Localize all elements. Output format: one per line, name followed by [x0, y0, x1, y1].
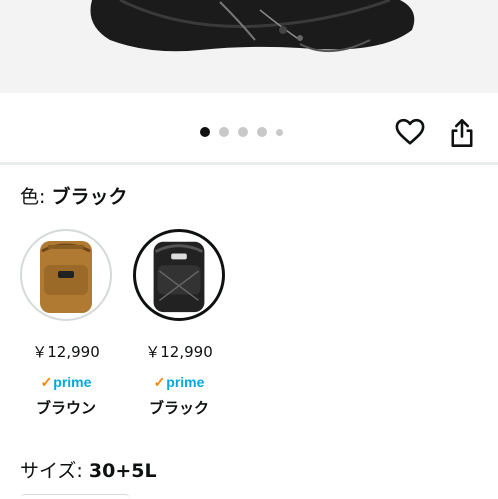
section-divider — [0, 162, 498, 165]
color-label: 色: — [20, 186, 52, 208]
prime-badge: ✓prime — [20, 374, 112, 391]
backpack-product-photo — [90, 0, 415, 53]
swatch-image — [20, 229, 112, 321]
size-selector-label: サイズ: 30+5L — [20, 458, 157, 484]
carousel-dot[interactable] — [219, 127, 229, 137]
color-swatch-brown[interactable]: ￥12,990 ✓prime ブラウン — [20, 229, 112, 418]
size-label: サイズ: — [20, 460, 89, 482]
prime-check-icon: ✓ — [40, 374, 53, 390]
black-backpack-icon — [153, 241, 205, 313]
share-icon — [451, 119, 473, 147]
swatch-price: ￥12,990 — [145, 343, 213, 361]
swatch-price: ￥12,990 — [32, 343, 100, 361]
swatch-image — [133, 229, 225, 321]
prime-label: prime — [166, 374, 205, 390]
heart-icon — [395, 118, 425, 145]
carousel-dot[interactable] — [238, 127, 248, 137]
size-option-button[interactable] — [20, 494, 130, 499]
swatch-name: ブラック — [148, 399, 209, 417]
color-selected-value: ブラック — [51, 186, 128, 208]
color-swatch-black[interactable]: ￥12,990 ✓prime ブラック — [133, 229, 225, 418]
favorite-button[interactable] — [393, 115, 427, 149]
share-button[interactable] — [445, 116, 479, 150]
prime-badge: ✓prime — [133, 374, 225, 391]
brown-backpack-icon — [40, 241, 92, 313]
product-image[interactable] — [0, 0, 498, 93]
prime-check-icon: ✓ — [153, 374, 166, 390]
prime-label: prime — [53, 374, 92, 390]
carousel-dot[interactable] — [276, 128, 283, 136]
carousel-indicator[interactable] — [200, 126, 283, 138]
swatch-name: ブラウン — [35, 399, 96, 417]
color-selector-label: 色: ブラック — [20, 184, 127, 210]
carousel-dot[interactable] — [200, 127, 210, 137]
carousel-dot[interactable] — [257, 127, 267, 137]
size-selected-value: 30+5L — [88, 460, 157, 482]
